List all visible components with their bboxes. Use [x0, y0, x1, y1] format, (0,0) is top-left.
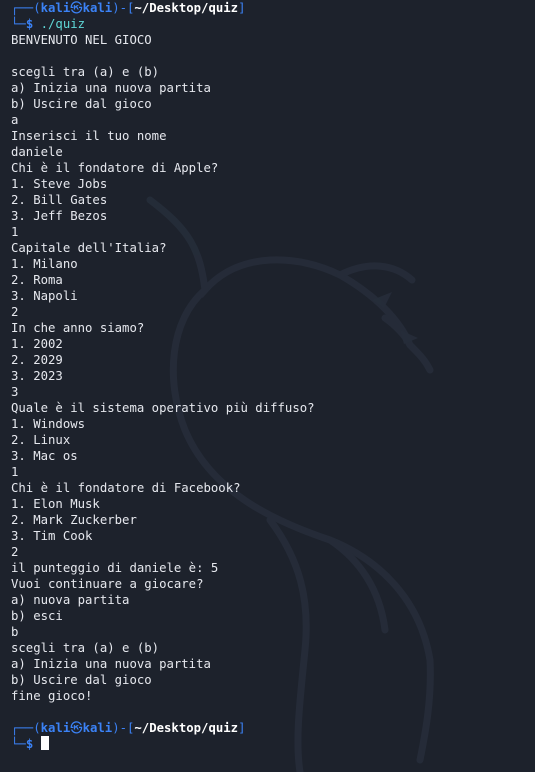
output-line: Quale è il sistema operativo più diffuso… [11, 401, 315, 415]
prompt-input-line[interactable]: └─$ [11, 736, 535, 752]
output-line: 3. Napoli [11, 289, 78, 303]
output-line: 3. Jeff Bezos [11, 209, 108, 223]
output-line: Capitale dell'Italia? [11, 241, 167, 255]
output-line: Vuoi continuare a giocare? [11, 577, 204, 591]
prompt-path-2: ~/Desktop/quiz [134, 721, 239, 735]
program-output: BENVENUTO NEL GIOCO scegli tra (a) e (b) a… [11, 32, 535, 704]
prompt-header-line-2: ┌──(kali㉿kali)-[~/Desktop/quiz] [11, 721, 246, 735]
text-cursor[interactable] [40, 736, 49, 750]
output-line: 3. Mac os [11, 449, 78, 463]
prompt-path: ~/Desktop/quiz [134, 1, 239, 15]
output-line: Chi è il fondatore di Facebook? [11, 481, 241, 495]
prompt-host: kali [82, 1, 113, 15]
output-line: Inserisci il tuo nome [11, 129, 167, 143]
output-line: 2. Roma [11, 273, 63, 287]
output-line: 2. Linux [11, 433, 71, 447]
output-line: 1. Windows [11, 417, 86, 431]
output-line: 2. 2029 [11, 353, 63, 367]
output-line: 1 [11, 225, 19, 239]
output-line: b) Uscire dal gioco [11, 673, 152, 687]
output-line: Chi è il fondatore di Apple? [11, 161, 219, 175]
output-line: 1. 2002 [11, 337, 63, 351]
prompt-command-line: └─$ ./quiz [11, 17, 86, 31]
terminal-content: ┌──(kali㉿kali)-[~/Desktop/quiz] └─$ ./qu… [0, 0, 535, 752]
prompt-dollar-2: $ [25, 737, 34, 751]
output-line: In che anno siamo? [11, 321, 145, 335]
output-line: scegli tra (a) e (b) [11, 641, 160, 655]
prompt-user-2: kali [40, 721, 71, 735]
prompt-header-line: ┌──(kali㉿kali)-[~/Desktop/quiz] [11, 1, 246, 15]
output-line: 1. Elon Musk [11, 497, 100, 511]
output-line: 3. 2023 [11, 369, 63, 383]
output-line: a) Inizia una nuova partita [11, 81, 211, 95]
output-line: 2. Bill Gates [11, 193, 108, 207]
output-line: 2 [11, 305, 19, 319]
output-line: il punteggio di daniele è: 5 [11, 561, 219, 575]
output-line: BENVENUTO NEL GIOCO [11, 33, 152, 47]
output-line: 3. Tim Cook [11, 529, 93, 543]
output-line: fine gioco! [11, 689, 93, 703]
prompt-at-icon: ㉿ [70, 1, 83, 15]
output-line: daniele [11, 145, 63, 159]
output-line: 2. Mark Zuckerber [11, 513, 137, 527]
prompt-host-2: kali [82, 721, 113, 735]
output-line: 3 [11, 385, 19, 399]
prompt-at-icon-2: ㉿ [70, 721, 83, 735]
output-line: 2 [11, 545, 19, 559]
output-line: 1 [11, 465, 19, 479]
prompt-user: kali [40, 1, 71, 15]
prompt-dollar: $ [25, 17, 34, 31]
output-line: b) esci [11, 609, 63, 623]
output-line: a) Inizia una nuova partita [11, 657, 211, 671]
terminal-window[interactable]: ┌──(kali㉿kali)-[~/Desktop/quiz] └─$ ./qu… [0, 0, 535, 772]
output-line: a [11, 113, 19, 127]
output-line: 1. Milano [11, 257, 78, 271]
command-text: ./quiz [40, 17, 86, 31]
output-line: scegli tra (a) e (b) [11, 65, 160, 79]
output-line: a) nuova partita [11, 593, 130, 607]
output-line: b) Uscire dal gioco [11, 97, 152, 111]
output-line: b [11, 625, 19, 639]
output-line: 1. Steve Jobs [11, 177, 108, 191]
